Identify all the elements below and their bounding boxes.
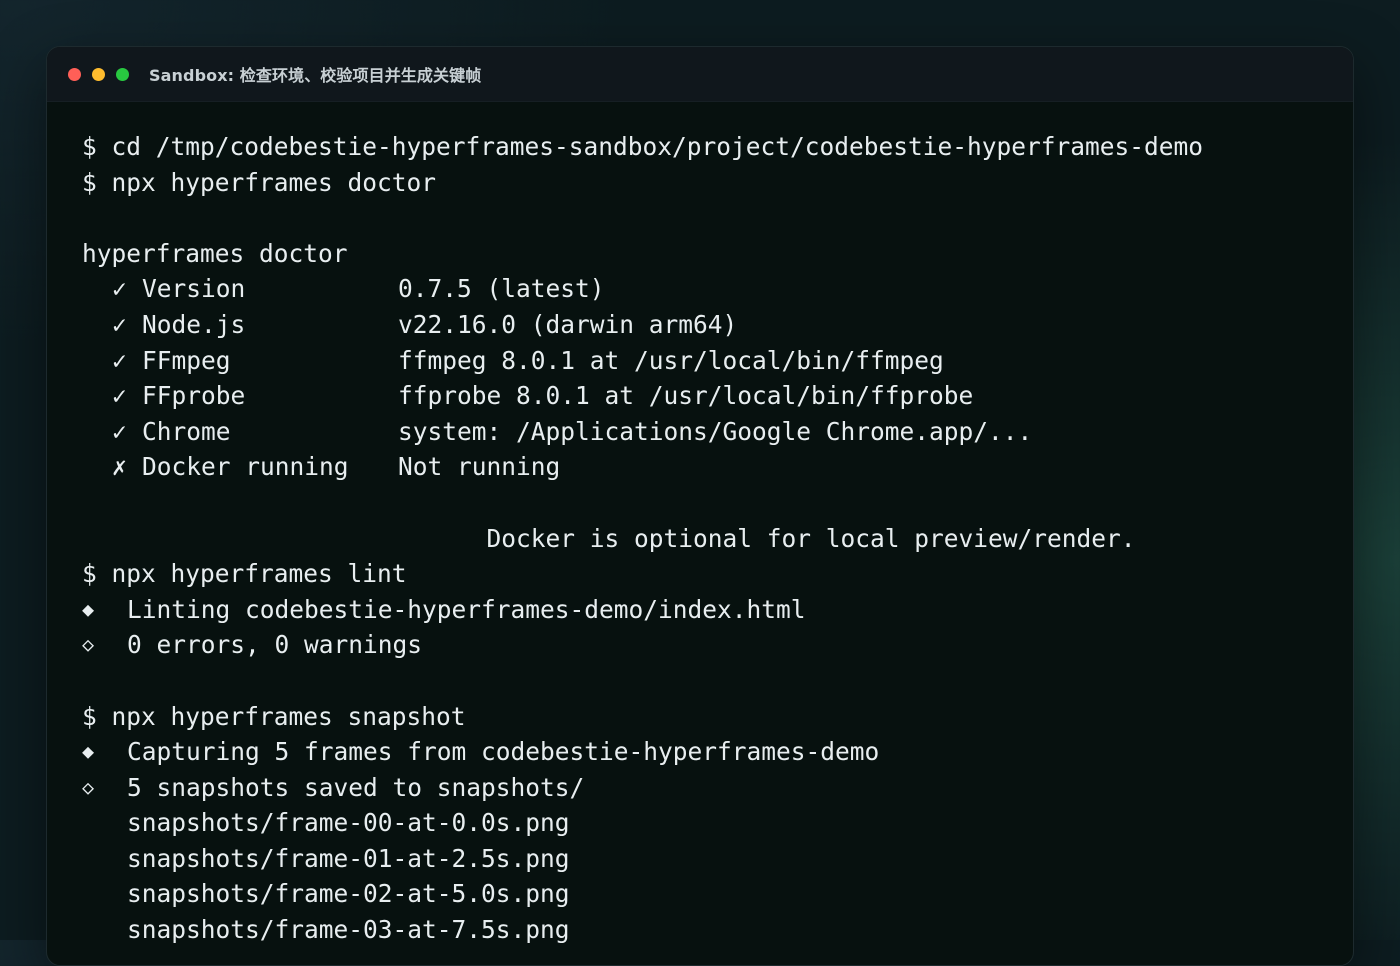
window-titlebar[interactable]: Sandbox: 检查环境、校验项目并生成关键帧	[47, 47, 1353, 102]
check-mark-icon: ✓	[112, 274, 127, 304]
lint-end-text: 0 errors, 0 warnings	[127, 630, 423, 660]
prompt-symbol: $	[82, 132, 97, 161]
doctor-heading: hyperframes doctor	[82, 238, 348, 268]
doctor-check-row: ✓ FFprobe ffprobe 8.0.1 at /usr/local/bi…	[82, 378, 1353, 414]
check-mark-icon: ✓	[112, 416, 127, 446]
check-name: Docker running	[142, 452, 349, 482]
terminal-output[interactable]: $ cd /tmp/codebestie-hyperframes-sandbox…	[82, 129, 1353, 948]
docker-note: Docker is optional for local preview/ren…	[486, 523, 1136, 553]
check-value: Not running	[398, 452, 561, 482]
doctor-check-row: ✓ Version 0.7.5 (latest)	[82, 271, 1353, 307]
check-name: FFmpeg	[142, 345, 231, 375]
close-window-button[interactable]	[68, 67, 81, 81]
snapshot-start-text: Capturing 5 frames from codebestie-hyper…	[127, 737, 880, 767]
command-text: npx hyperframes doctor	[111, 167, 437, 197]
snapshot-end-row: ◇ 5 snapshots saved to snapshots/	[82, 770, 1353, 806]
cross-mark-icon: ✗	[112, 452, 127, 482]
check-mark-icon: ✓	[112, 381, 127, 411]
prompt-symbol: $	[82, 167, 97, 197]
prompt-symbol: $	[82, 701, 97, 731]
check-name: FFprobe	[142, 381, 246, 411]
lint-start-text: Linting codebestie-hyperframes-demo/inde…	[127, 594, 806, 624]
minimize-window-button[interactable]	[92, 67, 105, 81]
doctor-check-row: ✓ Node.js v22.16.0 (darwin arm64)	[82, 307, 1353, 343]
snapshot-end-text: 5 snapshots saved to snapshots/	[127, 772, 585, 802]
check-value: system: /Applications/Google Chrome.app/…	[398, 416, 1033, 446]
snapshot-file: snapshots/frame-03-at-7.5s.png	[127, 915, 570, 945]
maximize-window-button[interactable]	[116, 67, 129, 81]
check-name: Chrome	[142, 416, 231, 446]
check-value: v22.16.0 (darwin arm64)	[398, 309, 738, 339]
doctor-check-row-failed: ✗ Docker running Not running	[82, 449, 1353, 485]
filled-diamond-icon: ◆	[82, 739, 95, 764]
command-line-cd: $ cd /tmp/codebestie-hyperframes-sandbox…	[82, 129, 1353, 165]
check-value: ffmpeg 8.0.1 at /usr/local/bin/ffmpeg	[398, 345, 944, 375]
command-text: npx hyperframes snapshot	[111, 701, 466, 731]
hollow-diamond-icon: ◇	[82, 774, 95, 799]
check-mark-icon: ✓	[112, 309, 127, 339]
prompt-symbol: $	[82, 559, 97, 589]
snapshot-file: snapshots/frame-02-at-5.0s.png	[127, 879, 570, 909]
command-line-lint: $ npx hyperframes lint	[82, 556, 1353, 592]
docker-note-row: Docker is optional for local preview/ren…	[82, 485, 1353, 553]
traffic-lights	[68, 67, 140, 81]
filled-diamond-icon: ◆	[82, 596, 95, 621]
check-value: ffprobe 8.0.1 at /usr/local/bin/ffprobe	[398, 381, 974, 411]
snapshot-file: snapshots/frame-01-at-2.5s.png	[127, 843, 570, 873]
check-value: 0.7.5 (latest)	[398, 274, 605, 304]
command-line-snapshot: $ npx hyperframes snapshot	[82, 699, 1353, 735]
snapshot-start-row: ◆ Capturing 5 frames from codebestie-hyp…	[82, 734, 1353, 770]
command-line-doctor: $ npx hyperframes doctor	[82, 165, 1353, 201]
command-text: cd /tmp/codebestie-hyperframes-sandbox/p…	[111, 132, 1204, 161]
doctor-check-row: ✓ FFmpeg ffmpeg 8.0.1 at /usr/local/bin/…	[82, 343, 1353, 379]
window-title: Sandbox: 检查环境、校验项目并生成关键帧	[149, 66, 482, 85]
lint-start-row: ◆ Linting codebestie-hyperframes-demo/in…	[82, 592, 1353, 628]
doctor-check-row: ✓ Chrome system: /Applications/Google Ch…	[82, 414, 1353, 450]
snapshot-file: snapshots/frame-00-at-0.0s.png	[127, 808, 570, 838]
lint-end-row: ◇ 0 errors, 0 warnings	[82, 627, 1353, 663]
terminal-window: Sandbox: 检查环境、校验项目并生成关键帧 $ cd /tmp/codeb…	[46, 46, 1354, 966]
check-name: Node.js	[142, 309, 246, 339]
check-mark-icon: ✓	[112, 345, 127, 375]
command-text: npx hyperframes lint	[111, 559, 407, 589]
hollow-diamond-icon: ◇	[82, 632, 95, 657]
check-name: Version	[142, 274, 246, 304]
